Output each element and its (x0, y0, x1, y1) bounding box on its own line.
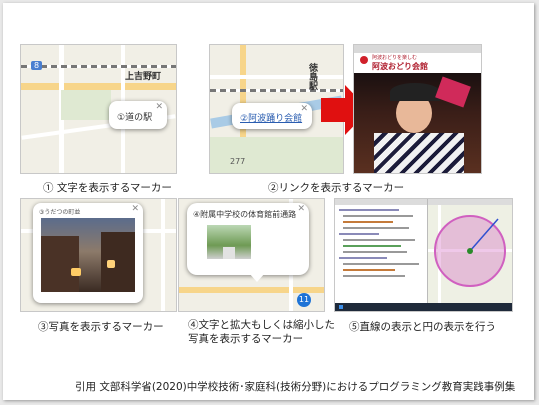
street-photo (41, 218, 135, 292)
popup-tail (249, 273, 265, 282)
slide: 上吉野町 8 ✕ ①道の駅 ① 文字を表示するマーカー 徳島駅 277 ✕ ②阿… (3, 3, 534, 400)
code-line (339, 209, 399, 211)
marker-icon (467, 248, 473, 254)
road (210, 75, 343, 79)
site-header: 阿波おどりを楽しむ 阿波おどり会館 (354, 53, 481, 73)
route-badge: 11 (297, 293, 311, 307)
map-view (428, 199, 512, 303)
line-overlay (469, 218, 499, 252)
caption-2: ②リンクを表示するマーカー (268, 182, 405, 194)
road (161, 199, 165, 311)
editor-titlebar (335, 199, 427, 205)
citation-footer: 引用 文部科学省(2020)中学校技術･家庭科(技術分野)におけるプログラミング… (75, 381, 516, 393)
building-left (41, 236, 79, 292)
code-line (343, 227, 409, 229)
caption-4-line1: ④文字と拡大もしくは縮小した (188, 319, 335, 331)
code-line (343, 263, 419, 265)
fan-shape (435, 76, 471, 108)
logo-icon (360, 56, 368, 64)
code-line (343, 269, 395, 271)
railway (21, 65, 176, 68)
code-line (343, 245, 401, 247)
path-shape (223, 247, 235, 259)
route-label: 277 (230, 157, 246, 166)
close-icon[interactable]: ✕ (297, 204, 305, 214)
marker-popup[interactable]: ✕ ③うだつの町並 (33, 203, 143, 303)
editor-and-map-screenshot (334, 198, 513, 312)
map-label: 上吉野町 (125, 72, 162, 82)
kimono-shape (374, 133, 464, 173)
close-icon[interactable]: ✕ (131, 204, 139, 214)
close-icon[interactable]: ✕ (155, 102, 163, 112)
code-line (343, 275, 405, 277)
route-label: 8 (31, 61, 43, 70)
caption-1: ① 文字を表示するマーカー (43, 182, 172, 194)
park-area (61, 90, 111, 120)
hat-shape (390, 83, 440, 101)
site-tagline: 阿波おどりを楽しむ (372, 55, 418, 61)
code-line (343, 215, 413, 217)
map-panel-3[interactable]: ✕ ③うだつの町並 (20, 198, 177, 312)
code-line (343, 239, 415, 241)
road (21, 83, 176, 90)
code-line (343, 221, 393, 223)
park-area (210, 137, 343, 173)
map-panel-4[interactable]: ✕ ④附属中学校の体育館前通路 11 (178, 198, 325, 312)
website-screenshot: 阿波おどりを楽しむ 阿波おどり会館 (353, 44, 482, 174)
caption-4-line2: 写真を表示するマーカー (188, 333, 304, 345)
dancer-photo (354, 73, 481, 173)
lamp-light (71, 268, 81, 276)
browser-bar (354, 45, 481, 53)
taskbar (335, 303, 512, 311)
popup-text: ①道の駅 (117, 113, 153, 123)
marker-popup[interactable]: ✕ ②阿波踊り会館 (232, 103, 312, 129)
map-label: 徳島駅 (307, 63, 317, 90)
caption-3: ③写真を表示するマーカー (38, 321, 164, 333)
marker-popup[interactable]: ✕ ①道の駅 (109, 101, 167, 129)
code-line (339, 233, 379, 235)
site-title: 阿波おどり会館 (372, 62, 428, 71)
code-editor (335, 199, 428, 303)
code-line (339, 257, 387, 259)
marker-popup[interactable]: ✕ ④附属中学校の体育館前通路 (187, 203, 309, 275)
map-panel-1[interactable]: 上吉野町 8 ✕ ①道の駅 (20, 44, 177, 174)
popup-title: ④附属中学校の体育館前通路 (193, 210, 297, 219)
popup-title: ③うだつの町並 (39, 209, 81, 216)
lamp-light (107, 260, 115, 268)
corridor-photo (207, 225, 251, 259)
windows-icon (339, 305, 343, 309)
popup-link[interactable]: ②阿波踊り会館 (240, 111, 302, 124)
caption-5: ⑤直線の表示と円の表示を行う (349, 321, 496, 333)
code-line (343, 251, 407, 253)
